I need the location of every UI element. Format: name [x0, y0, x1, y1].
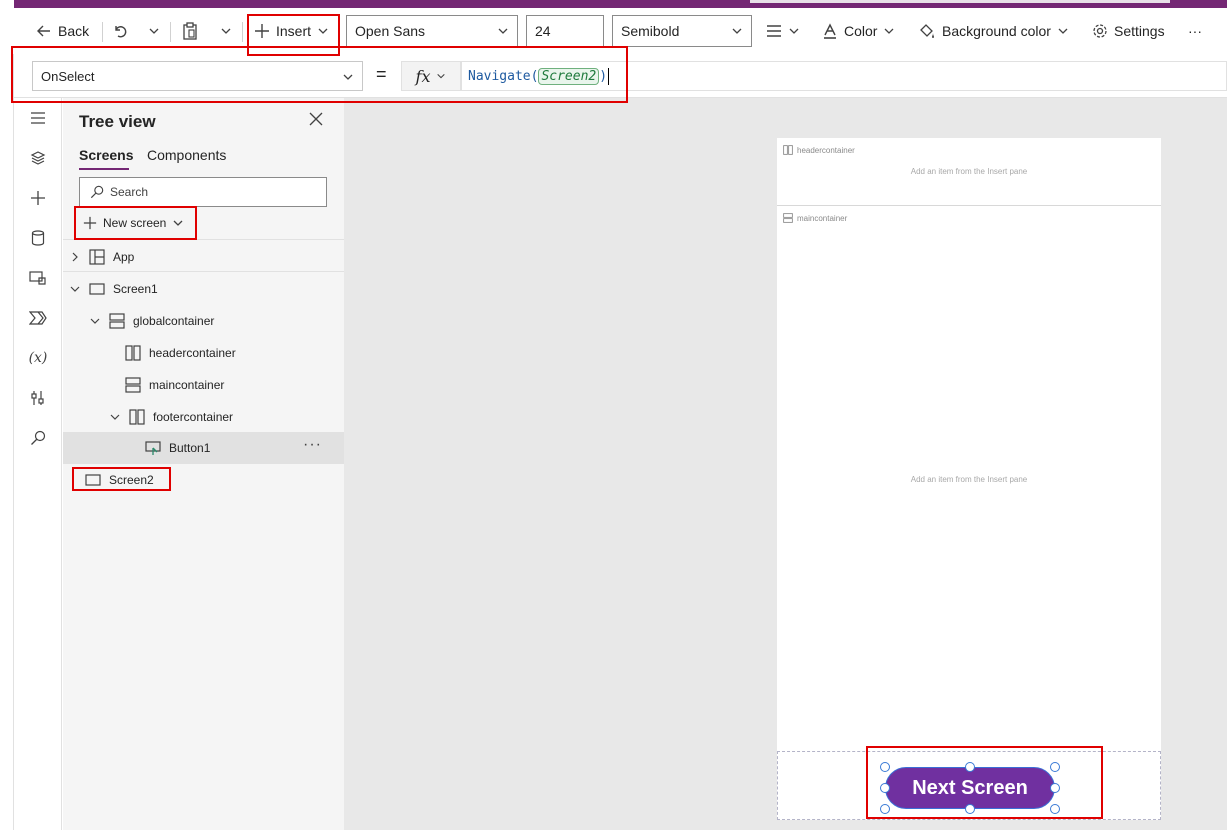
font-weight-select[interactable]: Semibold — [612, 15, 752, 47]
settings-label: Settings — [1114, 23, 1165, 39]
tree-node-globalcontainer[interactable]: globalcontainer — [89, 305, 214, 337]
tree-node-headercontainer[interactable]: headercontainer — [125, 337, 236, 369]
chevron-right-icon[interactable] — [69, 252, 81, 262]
annotation-next-screen-button — [866, 746, 1103, 819]
toolbar-divider — [170, 22, 171, 42]
media-icon[interactable] — [26, 266, 50, 290]
container-name: maincontainer — [797, 213, 848, 223]
tree-node-button1[interactable]: Button1 — [145, 432, 210, 464]
font-size-value: 24 — [535, 23, 551, 39]
hamburger-menu-icon[interactable] — [26, 106, 50, 130]
font-weight-value: Semibold — [621, 23, 680, 39]
app-screen-preview[interactable]: headercontainer Add an item from the Ins… — [777, 138, 1161, 820]
chevron-down-icon — [1058, 28, 1068, 34]
top-brand-bar — [0, 0, 1227, 8]
tab-screens[interactable]: Screens — [79, 147, 133, 163]
chevron-down-icon[interactable] — [109, 413, 121, 421]
font-size-input[interactable]: 24 — [526, 15, 604, 47]
vertical-container-icon — [125, 377, 141, 393]
vertical-container-icon — [783, 213, 793, 223]
background-color-label: Background color — [942, 23, 1051, 39]
more-commands-button[interactable]: ··· — [1188, 8, 1202, 54]
tree-node-label: headercontainer — [149, 346, 236, 360]
screen-icon — [89, 283, 105, 295]
tree-node-footercontainer[interactable]: footercontainer — [109, 401, 233, 433]
annotation-new-screen — [74, 206, 197, 240]
tree-node-label: App — [113, 250, 135, 264]
horizontal-container-icon — [129, 409, 145, 425]
font-family-value: Open Sans — [355, 23, 426, 39]
add-item-hint: Add an item from the Insert pane — [910, 167, 1028, 176]
app-icon — [89, 249, 105, 265]
tree-node-label: maincontainer — [149, 378, 225, 392]
chevron-down-icon — [732, 28, 742, 34]
annotation-screen2 — [72, 467, 171, 491]
back-arrow-icon — [37, 25, 50, 37]
tab-components[interactable]: Components — [147, 147, 226, 163]
color-label: Color — [844, 23, 878, 39]
tree-node-screen1[interactable]: Screen1 — [69, 273, 158, 305]
tree-divider — [63, 271, 344, 272]
align-icon — [767, 25, 781, 37]
font-family-select[interactable]: Open Sans — [346, 15, 518, 47]
tree-view-title: Tree view — [79, 112, 156, 131]
variables-icon[interactable]: (x) — [26, 346, 50, 370]
annotation-formula — [11, 46, 628, 103]
chevron-down-icon — [221, 28, 231, 34]
power-automate-icon[interactable] — [26, 306, 50, 330]
chevron-down-icon — [885, 28, 894, 34]
horizontal-container-icon — [783, 145, 793, 155]
align-button[interactable] — [766, 8, 800, 54]
data-cylinder-icon[interactable] — [26, 226, 50, 250]
maincontainer-label: maincontainer — [783, 213, 847, 223]
tree-node-label: globalcontainer — [133, 314, 215, 328]
background-color-button[interactable]: Background color — [918, 8, 1069, 54]
left-rail: (x) — [14, 98, 62, 830]
more-options-icon[interactable]: ··· — [303, 436, 322, 454]
close-icon[interactable] — [309, 112, 323, 129]
tree-node-label: Screen1 — [113, 282, 158, 296]
insert-plus-icon[interactable] — [26, 186, 50, 210]
advanced-tools-icon[interactable] — [26, 386, 50, 410]
active-tab-indicator — [79, 168, 129, 170]
paint-bucket-icon — [920, 24, 934, 38]
undo-icon — [115, 26, 127, 38]
chevron-down-icon — [498, 28, 508, 34]
maincontainer-preview[interactable]: maincontainer Add an item from the Inser… — [777, 206, 1161, 751]
toolbar-divider — [242, 22, 243, 42]
search-icon[interactable] — [26, 426, 50, 450]
gear-icon — [1093, 24, 1107, 38]
search-input[interactable]: Search — [79, 177, 327, 207]
tree-node-label: footercontainer — [153, 410, 234, 424]
clipboard-icon — [183, 22, 197, 40]
search-placeholder: Search — [110, 185, 149, 199]
design-canvas[interactable]: headercontainer Add an item from the Ins… — [344, 98, 1227, 830]
add-item-hint: Add an item from the Insert pane — [910, 475, 1028, 484]
chevron-down-icon — [789, 28, 799, 34]
horizontal-container-icon — [125, 345, 141, 361]
chevron-down-icon[interactable] — [69, 285, 81, 293]
tree-node-label: Button1 — [169, 441, 211, 455]
brand-strip-notch — [750, 0, 1170, 3]
tree-view-layers-icon[interactable] — [26, 146, 50, 170]
settings-button[interactable]: Settings — [1092, 8, 1165, 54]
tree-node-maincontainer[interactable]: maincontainer — [125, 369, 224, 401]
search-icon — [90, 185, 104, 199]
ellipsis-icon: ··· — [1188, 23, 1202, 39]
headercontainer-preview[interactable]: headercontainer Add an item from the Ins… — [777, 138, 1161, 206]
tree-node-app[interactable]: App — [69, 241, 134, 273]
container-name: headercontainer — [797, 145, 855, 155]
color-button[interactable]: Color — [822, 8, 895, 54]
chevron-down-icon[interactable] — [89, 317, 101, 325]
back-label: Back — [58, 23, 90, 39]
vertical-container-icon — [109, 313, 125, 329]
font-color-icon — [824, 23, 836, 39]
headercontainer-label: headercontainer — [783, 145, 855, 155]
toolbar-divider — [102, 22, 103, 42]
left-edge-strip — [0, 54, 14, 830]
button-icon — [145, 441, 161, 455]
chevron-down-icon — [149, 28, 159, 34]
